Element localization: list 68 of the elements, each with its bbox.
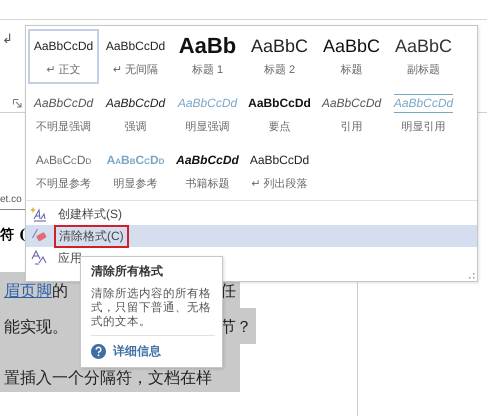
style-preview: AaBbC — [322, 36, 380, 56]
tooltip-title: 清除所有格式 — [91, 263, 164, 280]
style-tile[interactable]: AaBb 标题 1 — [172, 29, 243, 84]
style-preview: AaBbCcDd — [106, 152, 164, 169]
dialog-launcher-icon[interactable] — [13, 99, 22, 108]
style-preview: AaBbCcDd — [322, 95, 382, 112]
style-name: 书籍标题 — [186, 177, 230, 191]
style-tile[interactable]: AaBbC 副标题 — [388, 29, 459, 84]
style-tile[interactable]: AaBbCcDd ↵ 无间隔 — [100, 29, 171, 84]
style-tile[interactable]: AaBbC 标题 — [316, 29, 387, 84]
style-name: 明显强调 — [186, 120, 230, 134]
body-text: 的 — [52, 281, 68, 302]
menu-label: 清除格式(C) — [54, 224, 129, 248]
style-preview: AaBbCcDd — [34, 95, 94, 112]
paragraph-mark-icon[interactable]: ↲ — [2, 32, 13, 45]
style-preview: AaBbCcDd — [178, 95, 238, 112]
style-name: 标题 2 — [264, 63, 296, 77]
body-text: 能实现。 — [4, 317, 68, 338]
style-preview: AaBbCcDd — [106, 95, 166, 112]
style-tile[interactable]: AaBbCcDd 引用 — [316, 86, 387, 141]
style-name: ↵ 列出段落 — [251, 177, 308, 191]
style-name: 要点 — [268, 120, 290, 134]
style-preview: AaBbC — [250, 36, 308, 56]
new-style-icon — [30, 206, 48, 222]
eraser-icon — [30, 228, 48, 244]
style-tile[interactable]: AaBbCcDd 强调 — [100, 86, 171, 141]
style-tile[interactable]: AaBbCcDd 书籍标题 — [172, 143, 243, 198]
style-tile[interactable]: AaBbCcDd ↵ 列出段落 — [244, 143, 315, 198]
heading-text: 符 ( — [0, 226, 26, 244]
style-name: 不明显参考 — [36, 177, 91, 191]
style-letters-icon — [30, 250, 48, 266]
style-preview: AaBbCcDd — [36, 152, 92, 169]
style-name: 不明显强调 — [36, 120, 91, 134]
resize-grip-icon[interactable] — [468, 272, 475, 279]
style-name: 明显引用 — [402, 120, 446, 134]
style-preview: AaBbCcDd — [106, 38, 166, 55]
style-name: 标题 1 — [192, 63, 224, 77]
style-name: 明显参考 — [114, 177, 158, 191]
menu-item[interactable]: 创建样式(S) — [26, 203, 477, 225]
style-name: 副标题 — [407, 63, 440, 77]
menu-label: 创建样式(S) — [57, 206, 123, 222]
style-tile[interactable]: AaBbCcDd 明显引用 — [388, 86, 459, 141]
style-tile[interactable]: AaBbCcDd 明显参考 — [100, 143, 171, 198]
style-tile[interactable]: AaBbCcDd 要点 — [244, 86, 315, 141]
help-link[interactable]: 详细信息 — [113, 343, 161, 360]
style-preview: AaBb — [178, 36, 236, 56]
style-preview: AaBbCcDd — [34, 38, 94, 55]
url-text: et.co — [0, 193, 22, 207]
help-icon[interactable] — [91, 344, 106, 359]
style-preview: AaBbC — [394, 36, 452, 56]
style-preview: AaBbCcDd — [250, 152, 310, 169]
style-name: 引用 — [340, 120, 362, 134]
style-tile[interactable]: AaBbC 标题 2 — [244, 29, 315, 84]
style-tile[interactable]: AaBbCcDd 不明显强调 — [28, 86, 99, 141]
menu-item[interactable]: 清除格式(C) — [26, 225, 477, 247]
style-preview: AaBbCcDd — [176, 152, 239, 169]
link[interactable]: 眉页脚 — [4, 281, 52, 302]
style-name: ↵ 无间隔 — [112, 63, 158, 77]
style-name: 标题 — [340, 63, 362, 77]
style-tile[interactable]: AaBbCcDd 不明显参考 — [28, 143, 99, 198]
style-tile[interactable]: AaBbCcDd 明显强调 — [172, 86, 243, 141]
tooltip-description: 清除所选内容的所有格式，只留下普通、无格式的文本。 — [91, 287, 215, 336]
body-text: 置插入一个分隔符，文档在样 — [4, 368, 212, 389]
style-name: 强调 — [124, 120, 146, 134]
style-name: ↵ 正文 — [46, 62, 81, 77]
style-tile[interactable]: AaBbCcDd ↵ 正文 — [28, 29, 99, 84]
style-preview: AaBbCcDd — [394, 94, 454, 112]
style-preview: AaBbCcDd — [248, 95, 311, 112]
